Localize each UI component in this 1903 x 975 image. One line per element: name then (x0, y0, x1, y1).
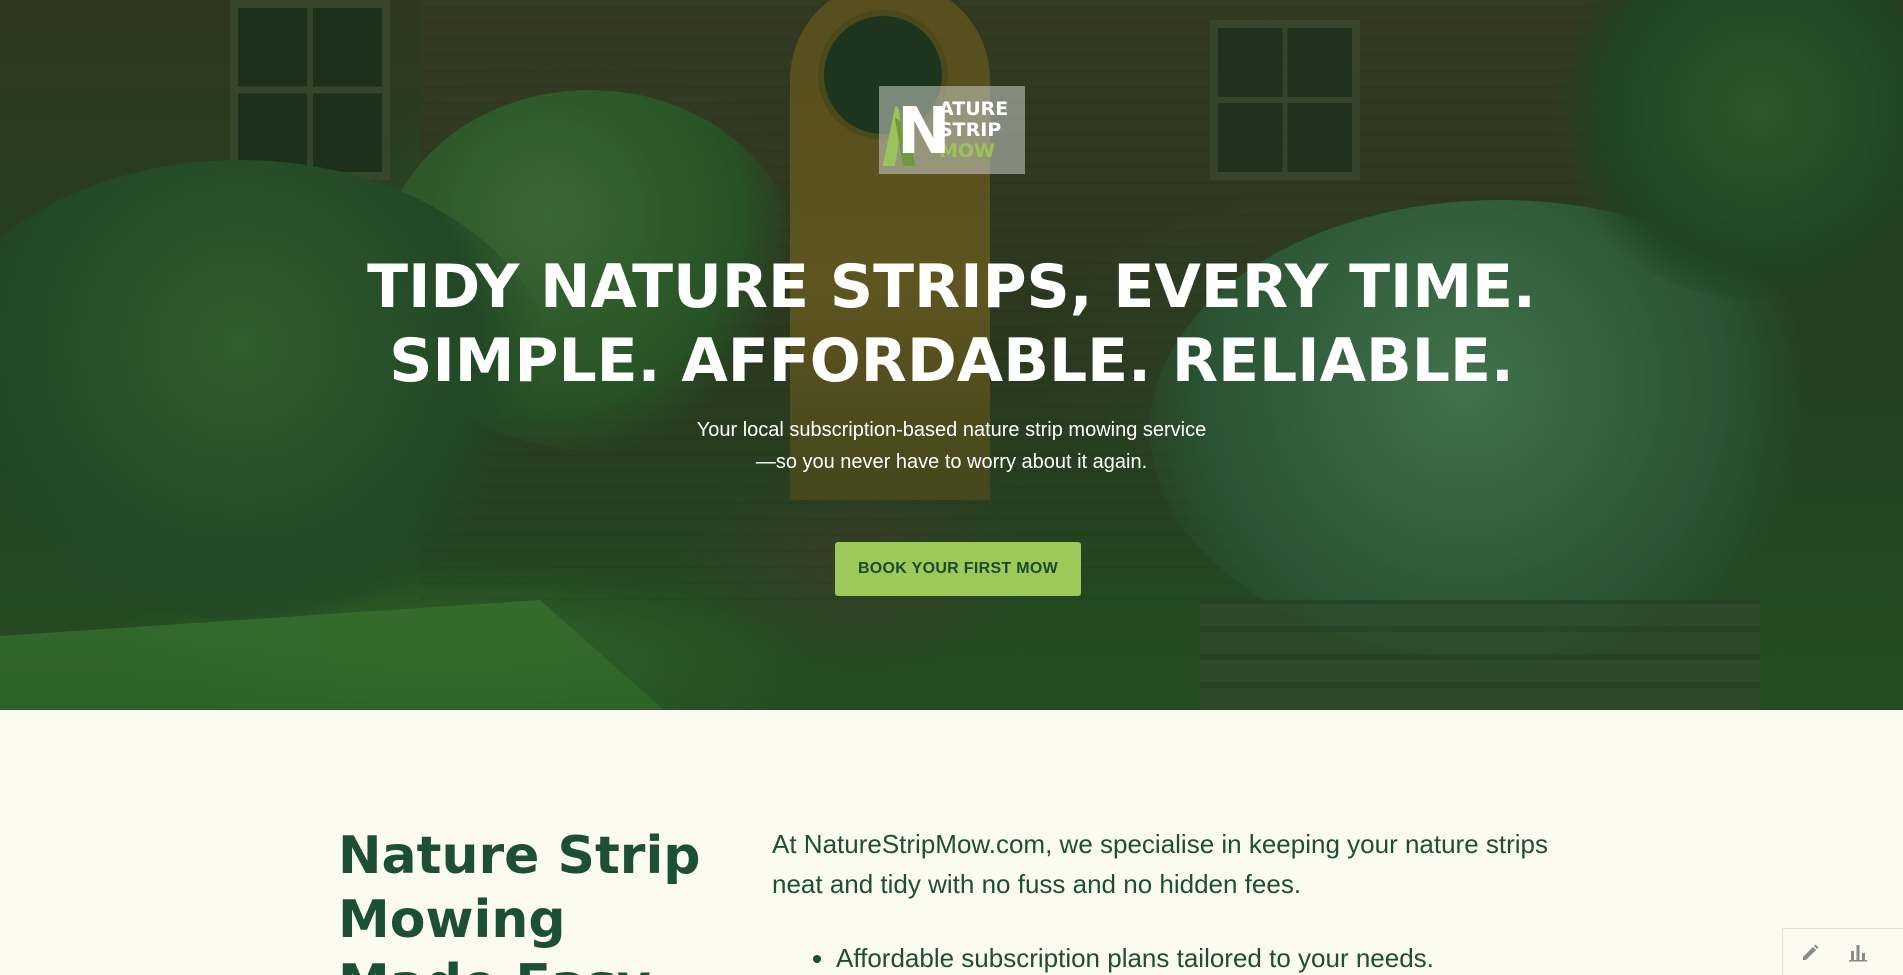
logo-grass-icon: N (882, 92, 951, 168)
edit-button[interactable] (1799, 941, 1821, 963)
hero-headline-line: TIDY NATURE STRIPS, EVERY TIME. (367, 252, 1536, 322)
logo-letter: N (897, 95, 951, 169)
stats-button[interactable] (1847, 941, 1869, 963)
section-title: Nature Strip Mowing Made Easy (338, 826, 701, 975)
book-first-mow-button[interactable]: BOOK YOUR FIRST MOW (835, 542, 1081, 596)
bar-chart-icon (1849, 945, 1867, 962)
hero-subheading-line: —so you never have to worry about it aga… (755, 451, 1148, 473)
about-section: Nature Strip Mowing Made Easy At NatureS… (0, 710, 1903, 975)
benefits-list: Affordable subscription plans tailored t… (836, 938, 1596, 975)
hero-headline-line: SIMPLE. AFFORDABLE. RELIABLE. (389, 326, 1514, 396)
hero-headline: TIDY NATURE STRIPS, EVERY TIME. SIMPLE. … (0, 250, 1903, 398)
hero-subheading-line: Your local subscription-based nature str… (696, 419, 1207, 441)
floating-tool-widget (1782, 928, 1903, 975)
intro-paragraph: At NatureStripMow.com, we specialise in … (772, 829, 1549, 899)
pencil-icon (1803, 944, 1819, 960)
site-logo[interactable]: N ATURE STRIP MOW (879, 86, 1025, 174)
hero-section: N ATURE STRIP MOW TIDY NATURE STRIPS, EV… (0, 0, 1903, 710)
list-item: Affordable subscription plans tailored t… (836, 938, 1596, 975)
hero-subheading: Your local subscription-based nature str… (0, 414, 1903, 478)
